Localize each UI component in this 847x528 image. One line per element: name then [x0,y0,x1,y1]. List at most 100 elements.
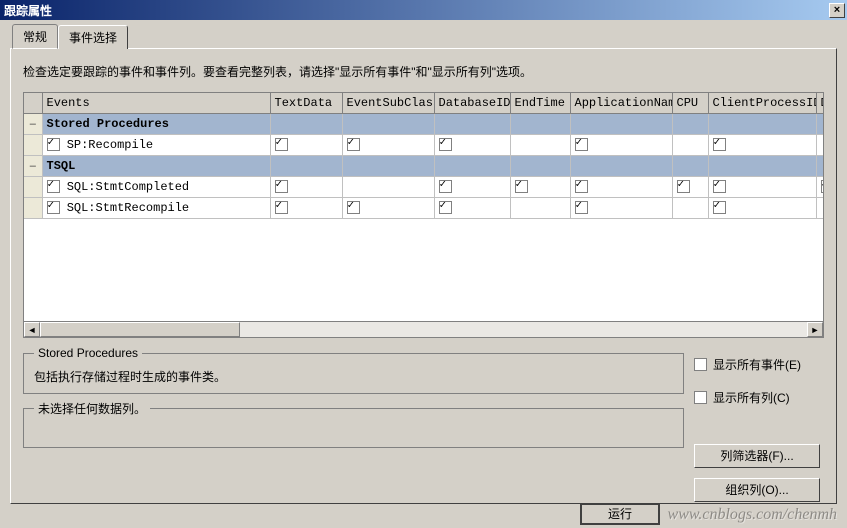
organize-columns-button[interactable]: 组织列(O)... [694,478,820,502]
instruction-text: 检查选定要跟踪的事件和事件列。要查看完整列表，请选择"显示所有事件"和"显示所有… [23,63,824,80]
cell-checkbox[interactable] [347,201,360,214]
cell-clientpid[interactable] [708,135,816,156]
cell-endtime[interactable] [510,135,570,156]
show-all-events-label: 显示所有事件(E) [713,356,801,373]
events-table: Events TextData EventSubClass DatabaseID… [24,93,823,219]
cell-eventsubclass[interactable] [342,135,434,156]
cell-checkbox[interactable] [575,201,588,214]
horizontal-scrollbar[interactable]: ◄ ► [24,321,823,337]
cell-appname[interactable] [570,198,672,219]
event-name[interactable]: SQL:StmtCompleted [60,180,190,194]
scroll-track[interactable] [40,322,807,337]
scroll-thumb[interactable] [40,322,240,337]
cell-checkbox[interactable] [677,180,690,193]
show-all-columns-option[interactable]: 显示所有列(C) [694,389,824,406]
cell-databaseid[interactable] [434,177,510,198]
show-all-events-checkbox[interactable] [694,358,707,371]
show-all-events-option[interactable]: 显示所有事件(E) [694,356,824,373]
cell-appname[interactable] [570,135,672,156]
cell-checkbox[interactable] [575,180,588,193]
close-button[interactable]: × [829,3,845,18]
cell-textdata[interactable] [270,135,342,156]
header-duration[interactable]: Durat [816,93,823,114]
column-filter-button[interactable]: 列筛选器(F)... [694,444,820,468]
header-textdata[interactable]: TextData [270,93,342,114]
header-row: Events TextData EventSubClass DatabaseID… [24,93,823,114]
header-cpu[interactable]: CPU [672,93,708,114]
event-checkbox[interactable] [47,201,60,214]
cell-checkbox[interactable] [347,138,360,151]
event-checkbox[interactable] [47,138,60,151]
description-legend: Stored Procedures [34,346,142,360]
collapse-icon[interactable]: – [24,114,42,135]
dialog-body: 常规 事件选择 检查选定要跟踪的事件和事件列。要查看完整列表，请选择"显示所有事… [0,20,847,514]
header-databaseid[interactable]: DatabaseID [434,93,510,114]
category-name[interactable]: TSQL [42,156,270,177]
cell-duration[interactable] [816,198,823,219]
scroll-right-button[interactable]: ► [807,322,823,337]
row-gutter [24,198,42,219]
cell-clientpid[interactable] [708,177,816,198]
cell-checkbox[interactable] [275,201,288,214]
cell-checkbox[interactable] [275,180,288,193]
cell-checkbox[interactable] [821,180,824,193]
cell-textdata[interactable] [270,177,342,198]
run-button[interactable]: 运行 [580,503,660,525]
cell-cpu[interactable] [672,135,708,156]
cell-checkbox[interactable] [713,180,726,193]
cell-endtime[interactable] [510,177,570,198]
cell-checkbox[interactable] [275,138,288,151]
cell-checkbox[interactable] [713,201,726,214]
cell-checkbox[interactable] [439,180,452,193]
header-endtime[interactable]: EndTime [510,93,570,114]
cell-duration[interactable] [816,177,823,198]
row-gutter [24,177,42,198]
header-eventsubclass[interactable]: EventSubClass [342,93,434,114]
header-appname[interactable]: ApplicationName [570,93,672,114]
cell-textdata[interactable] [270,198,342,219]
category-row: – Stored Procedures [24,114,823,135]
event-row: SQL:StmtRecompile [24,198,823,219]
cell-eventsubclass[interactable] [342,198,434,219]
collapse-icon[interactable]: – [24,156,42,177]
header-clientpid[interactable]: ClientProcessID [708,93,816,114]
scroll-left-button[interactable]: ◄ [24,322,40,337]
columns-legend: 未选择任何数据列。 [34,400,150,417]
event-name[interactable]: SP:Recompile [60,138,154,152]
columns-fieldset: 未选择任何数据列。 [23,400,684,448]
tab-strip: 常规 事件选择 [10,26,837,48]
show-all-columns-label: 显示所有列(C) [713,389,790,406]
event-row: SQL:StmtCompleted [24,177,823,198]
category-row: – TSQL [24,156,823,177]
cell-checkbox[interactable] [439,201,452,214]
cell-checkbox[interactable] [713,138,726,151]
cell-checkbox[interactable] [439,138,452,151]
cell-clientpid[interactable] [708,198,816,219]
cell-checkbox[interactable] [515,180,528,193]
cell-checkbox[interactable] [575,138,588,151]
title-bar: 跟踪属性 × [0,0,847,20]
window-title: 跟踪属性 [4,2,829,19]
header-expander [24,93,42,114]
header-events[interactable]: Events [42,93,270,114]
category-name[interactable]: Stored Procedures [42,114,270,135]
show-all-columns-checkbox[interactable] [694,391,707,404]
row-gutter [24,135,42,156]
lower-panel: Stored Procedures 包括执行存储过程时生成的事件类。 未选择任何… [23,346,824,502]
cell-endtime[interactable] [510,198,570,219]
cell-databaseid[interactable] [434,135,510,156]
cell-cpu[interactable] [672,177,708,198]
event-checkbox[interactable] [47,180,60,193]
cell-eventsubclass[interactable] [342,177,434,198]
cell-duration[interactable] [816,135,823,156]
event-row: SP:Recompile [24,135,823,156]
description-fieldset: Stored Procedures 包括执行存储过程时生成的事件类。 [23,346,684,394]
event-name[interactable]: SQL:StmtRecompile [60,201,190,215]
tab-event-selection[interactable]: 事件选择 [58,25,128,49]
cell-cpu[interactable] [672,198,708,219]
cell-databaseid[interactable] [434,198,510,219]
events-grid: Events TextData EventSubClass DatabaseID… [23,92,824,338]
tab-general[interactable]: 常规 [12,24,58,49]
cell-appname[interactable] [570,177,672,198]
description-text: 包括执行存储过程时生成的事件类。 [34,368,673,385]
